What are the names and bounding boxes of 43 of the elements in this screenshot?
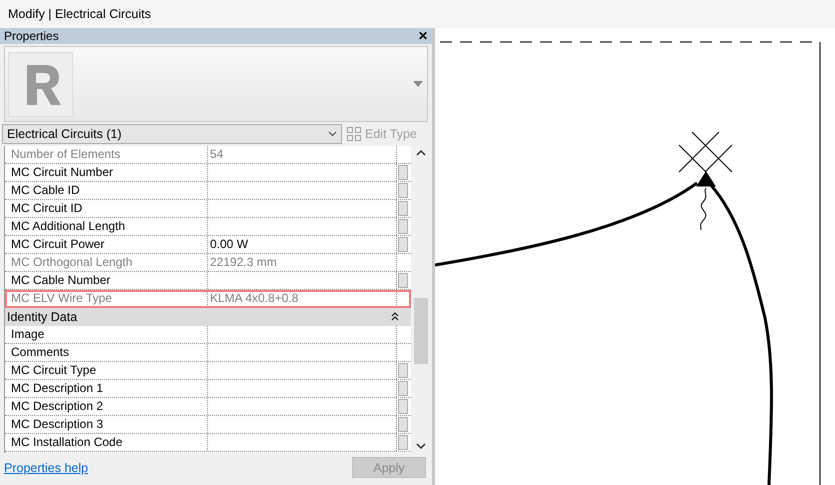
window-title: Modify | Electrical Circuits — [8, 7, 151, 21]
property-label: MC Cable ID — [5, 182, 208, 199]
app-logo-icon — [8, 52, 73, 116]
property-label: MC Description 2 — [5, 398, 208, 415]
chevron-down-icon — [328, 131, 337, 137]
parameter-button[interactable] — [398, 219, 408, 234]
property-label: MC Installation Code — [5, 434, 208, 451]
type-selector[interactable]: Electrical Circuits (1) — [2, 124, 342, 144]
parameter-button[interactable] — [398, 381, 408, 396]
panel-title: Properties — [4, 29, 59, 43]
scrollbar-thumb[interactable] — [414, 298, 428, 364]
parameter-button[interactable] — [398, 165, 408, 180]
property-label: Image — [5, 326, 208, 343]
parameter-button[interactable] — [398, 435, 408, 450]
property-value[interactable]: 0.00 W — [208, 236, 396, 253]
parameter-button[interactable] — [398, 183, 408, 198]
property-label: MC Circuit Type — [5, 362, 208, 379]
property-value[interactable]: KLMA 4x0.8+0.8 — [208, 290, 396, 307]
property-value[interactable]: 54 — [208, 146, 396, 163]
parameter-button[interactable] — [398, 201, 408, 216]
property-label: MC Circuit Number — [5, 164, 208, 181]
group-label: Identity Data — [7, 309, 78, 326]
group-header[interactable]: Identity Data — [5, 308, 411, 326]
property-label: MC Additional Length — [5, 218, 208, 235]
property-label: MC Circuit ID — [5, 200, 208, 217]
close-button[interactable]: ✕ — [418, 29, 428, 43]
property-label: MC ELV Wire Type — [5, 290, 208, 307]
parameter-button[interactable] — [398, 399, 408, 414]
dropdown-arrow-icon[interactable] — [413, 81, 423, 87]
edit-type-icon — [346, 126, 362, 142]
property-label: Number of Elements — [5, 146, 208, 163]
parameter-button[interactable] — [398, 237, 408, 252]
property-label: Comments — [5, 344, 208, 361]
property-label: MC Description 1 — [5, 380, 208, 397]
properties-help-link[interactable]: Properties help — [4, 460, 88, 474]
property-value[interactable]: 22192.3 mm — [208, 254, 396, 271]
property-label: MC Orthogonal Length — [5, 254, 208, 271]
property-label: MC Circuit Power — [5, 236, 208, 253]
parameter-button[interactable] — [398, 417, 408, 432]
property-label: MC Description 3 — [5, 416, 208, 433]
parameter-button[interactable] — [398, 363, 408, 378]
property-label: MC Cable Number — [5, 272, 208, 289]
parameter-button[interactable] — [398, 273, 408, 288]
